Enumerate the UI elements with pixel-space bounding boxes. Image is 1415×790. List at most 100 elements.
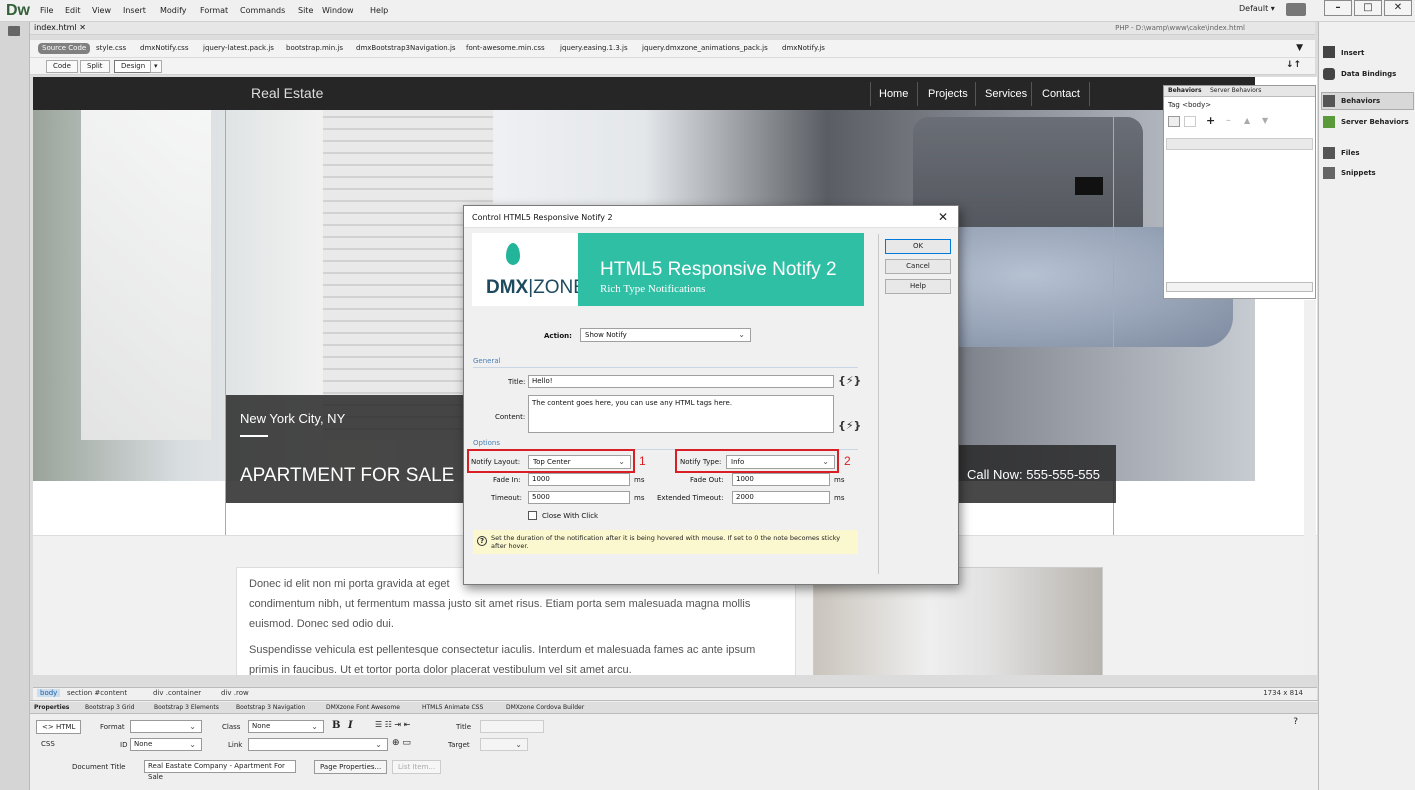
split-view-button[interactable]: Split	[80, 60, 110, 73]
panel-data-bindings[interactable]: Data Bindings	[1341, 70, 1396, 78]
tag-section[interactable]: section #content	[67, 689, 127, 697]
sort-icon[interactable]: ↓↑	[1286, 60, 1301, 70]
menu-file[interactable]: File	[40, 6, 53, 15]
tab-bootstrap-elements[interactable]: Bootstrap 3 Elements	[154, 704, 219, 711]
tag-row[interactable]: div .row	[221, 689, 249, 697]
panel-snippets[interactable]: Snippets	[1341, 169, 1376, 177]
document-title-field[interactable]: Real Eastate Company - Apartment For Sal…	[144, 760, 296, 781]
close-tab-icon[interactable]: ✕	[79, 23, 86, 32]
related-file-easing[interactable]: jquery.easing.1.3.js	[560, 44, 628, 52]
move-up-icon[interactable]: ▲	[1244, 116, 1250, 125]
menu-site[interactable]: Site	[298, 6, 313, 15]
tab-bootstrap-navigation[interactable]: Bootstrap 3 Navigation	[236, 704, 305, 711]
tab-bootstrap-grid[interactable]: Bootstrap 3 Grid	[85, 704, 134, 711]
tab-properties[interactable]: Properties	[34, 704, 69, 711]
panel-server-behaviors[interactable]: Server Behaviors	[1341, 118, 1409, 126]
fade-out-input[interactable]: 1000	[732, 473, 830, 486]
format-select[interactable]: ⌄	[130, 720, 202, 733]
site-brand[interactable]: Real Estate	[251, 85, 323, 101]
menu-view[interactable]: View	[92, 6, 111, 15]
italic-button[interactable]: I	[348, 720, 353, 731]
help-icon[interactable]: ?	[1293, 717, 1298, 727]
related-file-font-awesome[interactable]: font-awesome.min.css	[466, 44, 545, 52]
menu-edit[interactable]: Edit	[65, 6, 81, 15]
sync-settings-icon[interactable]	[1286, 3, 1306, 16]
tab-font-awesome[interactable]: DMXzone Font Awesome	[326, 704, 400, 711]
extended-timeout-input[interactable]: 2000	[732, 491, 830, 504]
menu-modify[interactable]: Modify	[160, 6, 187, 15]
tab-index-html[interactable]: index.html ✕	[34, 23, 86, 32]
source-code-button[interactable]: Source Code	[38, 43, 91, 54]
panel-behaviors[interactable]: Behaviors	[1341, 97, 1380, 105]
title-field[interactable]	[480, 720, 544, 733]
tab-cordova-builder[interactable]: DMXzone Cordova Builder	[506, 704, 584, 711]
list-item-button[interactable]: List Item...	[392, 760, 442, 774]
notify-type-select[interactable]: Info ⌄	[726, 455, 835, 469]
nav-home[interactable]: Home	[879, 88, 908, 100]
behaviors-hscroll[interactable]	[1166, 282, 1313, 292]
help-button[interactable]: Help	[885, 279, 951, 294]
title-input[interactable]: Hello!	[528, 375, 834, 388]
maximize-button[interactable]: □	[1354, 0, 1382, 16]
menu-format[interactable]: Format	[200, 6, 228, 15]
related-file-dmxbootstrap-nav[interactable]: dmxBootstrap3Navigation.js	[356, 44, 456, 52]
file-manager-icon[interactable]	[8, 26, 20, 36]
move-down-icon[interactable]: ▼	[1262, 116, 1268, 125]
dynamic-data-icon[interactable]: {⚡}	[838, 419, 861, 432]
menu-window[interactable]: Window	[322, 6, 354, 15]
hidden-element-icon[interactable]	[1075, 177, 1103, 195]
panel-insert[interactable]: Insert	[1341, 49, 1364, 57]
code-view-button[interactable]: Code	[46, 60, 78, 73]
tab-server-behaviors[interactable]: Server Behaviors	[1210, 87, 1261, 94]
dialog-close-icon[interactable]: ✕	[938, 210, 948, 224]
menu-help[interactable]: Help	[370, 6, 388, 15]
related-file-jquery[interactable]: jquery-latest.pack.js	[203, 44, 274, 52]
link-field[interactable]: ⌄	[248, 738, 388, 751]
action-select[interactable]: Show Notify ⌄	[580, 328, 751, 342]
related-file-animations[interactable]: jquery.dmxzone_animations_pack.js	[642, 44, 768, 52]
bold-button[interactable]: B	[332, 720, 340, 731]
id-select[interactable]: None ⌄	[130, 738, 202, 751]
tab-behaviors[interactable]: Behaviors	[1168, 87, 1202, 94]
related-file-bootstrap[interactable]: bootstrap.min.js	[286, 44, 343, 52]
filter-icon[interactable]: ▼	[1296, 43, 1303, 53]
show-set-events-icon[interactable]	[1168, 116, 1180, 127]
menu-insert[interactable]: Insert	[123, 6, 146, 15]
page-properties-button[interactable]: Page Properties...	[314, 760, 388, 774]
related-file-dmxnotify-css[interactable]: dmxNotify.css	[140, 44, 188, 52]
css-mode-button[interactable]: CSS	[36, 738, 60, 752]
nav-contact[interactable]: Contact	[1042, 88, 1080, 100]
add-behavior-icon[interactable]: +	[1206, 114, 1215, 127]
view-options-dropdown[interactable]: ▾	[150, 60, 162, 73]
remove-behavior-icon[interactable]: –	[1226, 115, 1231, 126]
dynamic-data-icon[interactable]: {⚡}	[838, 374, 861, 387]
class-select[interactable]: None ⌄	[248, 720, 324, 733]
close-with-click-checkbox[interactable]	[528, 511, 537, 520]
design-view-button[interactable]: Design	[114, 60, 153, 73]
panel-files[interactable]: Files	[1341, 149, 1360, 157]
window-size[interactable]: 1734 x 814	[1263, 689, 1303, 697]
list-indent-icons[interactable]: ☰ ☷ ⇥ ⇤	[375, 720, 435, 732]
fade-in-input[interactable]: 1000	[528, 473, 630, 486]
notify-layout-select[interactable]: Top Center ⌄	[528, 455, 631, 469]
cancel-button[interactable]: Cancel	[885, 259, 951, 274]
show-all-events-icon[interactable]	[1184, 116, 1196, 127]
html-mode-button[interactable]: <> HTML	[36, 720, 82, 734]
minimize-button[interactable]: –	[1324, 0, 1352, 16]
close-app-button[interactable]: ✕	[1384, 0, 1412, 16]
workspace-switcher[interactable]: Default ▾	[1239, 4, 1275, 13]
content-textarea[interactable]: The content goes here, you can use any H…	[528, 395, 834, 433]
related-file-style[interactable]: style.css	[96, 44, 126, 52]
design-scrollbar[interactable]	[1304, 300, 1316, 675]
target-select[interactable]: ⌄	[480, 738, 528, 751]
tag-body[interactable]: body	[37, 689, 61, 697]
related-file-dmxnotify-js[interactable]: dmxNotify.js	[782, 44, 825, 52]
timeout-input[interactable]: 5000	[528, 491, 630, 504]
tag-container[interactable]: div .container	[153, 689, 201, 697]
point-to-file-icon[interactable]: ⊕ ▭	[392, 738, 411, 748]
menu-commands[interactable]: Commands	[240, 6, 285, 15]
nav-projects[interactable]: Projects	[928, 88, 968, 100]
ok-button[interactable]: OK	[885, 239, 951, 254]
nav-services[interactable]: Services	[985, 88, 1027, 100]
tab-animate-css[interactable]: HTML5 Animate CSS	[422, 704, 483, 711]
